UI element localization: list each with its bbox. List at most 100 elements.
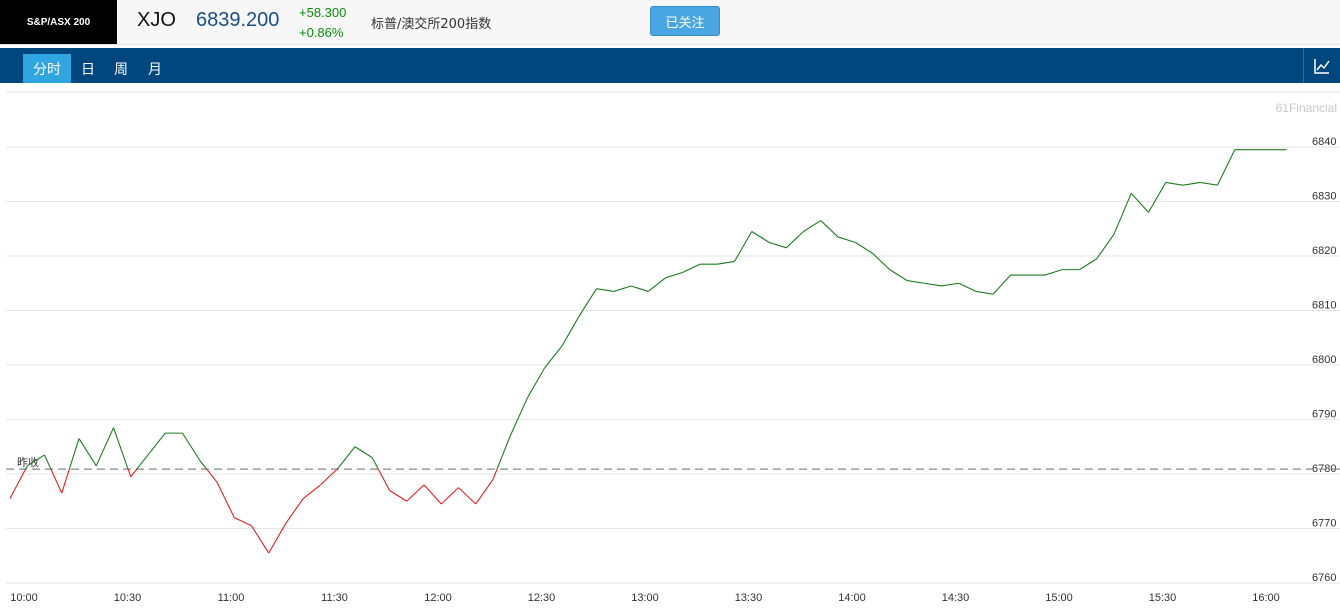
price-line-segment [906,279,925,284]
price-line-segment [406,484,425,502]
tab-month[interactable]: 月 [140,54,170,83]
x-tick-label: 11:30 [321,592,348,604]
price-line-segment [1200,181,1218,186]
price-line-segment [68,438,80,470]
price-line-segment [136,454,149,470]
tab-day[interactable]: 日 [73,54,103,83]
price-line-segment [820,220,839,238]
price-line-segment [509,397,529,437]
x-tick-label: 12:00 [424,592,452,604]
price-line-segment [1148,182,1167,213]
x-tick-label: 15:30 [1149,592,1177,604]
tab-week[interactable]: 周 [106,54,136,83]
x-axis: 10:00 10:30 11:00 11:30 12:00 12:30 13:00 13:30… [10,592,1280,604]
price-line-segment [475,479,494,505]
price-line-segment [1096,233,1115,260]
price-line-segment [647,277,666,292]
price-line-segment [1217,149,1236,186]
y-tick-label: 6840 [1312,136,1336,148]
price-line-segment [127,468,132,477]
price-line-segment [768,241,787,249]
follow-button[interactable]: 已关注 [650,6,720,36]
price-line-segment [613,285,632,292]
price-line-segment [751,231,770,243]
price-line-segment [371,457,379,470]
chart-grid [6,146,1340,584]
price-line-segment [1079,258,1098,271]
y-tick-label: 6760 [1312,572,1336,584]
price-change-block: +58.300 +0.86% [299,3,346,43]
y-tick-label: 6810 [1312,300,1336,312]
y-tick-label: 6790 [1312,409,1336,421]
price-line-segment [544,345,563,369]
price-line-segment [216,481,235,518]
price-line-segment [596,288,614,292]
y-tick-label: 6800 [1312,354,1336,366]
price-change-pct: +0.86% [299,25,344,40]
price-line-segment [354,446,373,459]
tab-intraday[interactable]: 分时 [23,54,71,83]
x-tick-label: 14:00 [838,592,866,604]
price-line-segment [285,498,304,524]
price-line-segment [43,454,52,470]
price-line-segment [206,468,218,483]
line-chart-icon [1314,58,1330,74]
price-line-segment [665,271,683,279]
price-line-segment [337,446,356,469]
price-line-segment [130,468,138,478]
x-tick-label: 13:00 [631,592,659,604]
price-line-segment [199,460,208,470]
price-line-segment [377,468,390,491]
price-line-segment [717,260,735,265]
price-line-segment [251,525,270,554]
price-line-segment [182,432,201,461]
x-tick-label: 11:00 [218,592,245,604]
price-line-segment [496,435,511,470]
price-line-segment [889,269,908,281]
price-line-segment [561,315,580,347]
price-line-segment [320,468,338,486]
last-price: 6839.200 [196,9,280,31]
price-line-segment [527,367,546,398]
price-line-segment [78,438,97,467]
price-change: +58.300 [299,5,347,20]
symbol: XJO [137,9,176,31]
watermark: 61Financial [1276,101,1337,115]
index-name: 标普/澳交所200指数 [371,17,492,32]
price-line-segment [112,427,129,470]
price-line-segment [1113,193,1132,235]
price-line-segment [734,231,753,262]
price-line-segment [630,285,649,292]
y-tick-label: 6770 [1312,518,1336,530]
period-tabbar: 分时 日 周 月 [0,48,1340,83]
price-line-segment [837,236,856,243]
price-line-segment [61,468,70,494]
price-line-segment [1130,192,1149,213]
y-tick-label: 6820 [1312,245,1336,257]
price-line-segment [578,288,597,317]
intraday-chart: 61Financial 6760677067806790680068106820… [6,91,1340,604]
chart-type-button[interactable] [1303,48,1340,83]
price-line-segment [941,282,959,287]
x-tick-label: 10:30 [114,592,142,604]
price-line-segment [147,432,166,456]
price-line-segment [1182,181,1201,186]
quote-header: S&P/ASX 200 XJO 6839.200 +58.300 +0.86% … [0,0,1340,45]
x-tick-label: 13:30 [735,592,763,604]
price-line-segment [336,468,339,470]
price-line-segment [992,274,1011,295]
prev-close-label: 昨收 [17,455,39,469]
price-line-segment [440,487,459,505]
price-line-segment [854,241,873,254]
price-line-segment [302,484,321,499]
price-line-segment [50,468,63,494]
x-tick-label: 10:00 [10,592,38,604]
price-line-segment [785,231,804,249]
x-tick-label: 16:00 [1252,592,1280,604]
price-line-segment [682,263,701,273]
x-tick-label: 15:00 [1045,592,1073,604]
x-tick-label: 14:30 [942,592,970,604]
index-badge: S&P/ASX 200 [0,0,117,44]
price-line-segment [958,282,977,292]
y-axis: 676067706780679068006810682068306840 [1312,136,1336,584]
